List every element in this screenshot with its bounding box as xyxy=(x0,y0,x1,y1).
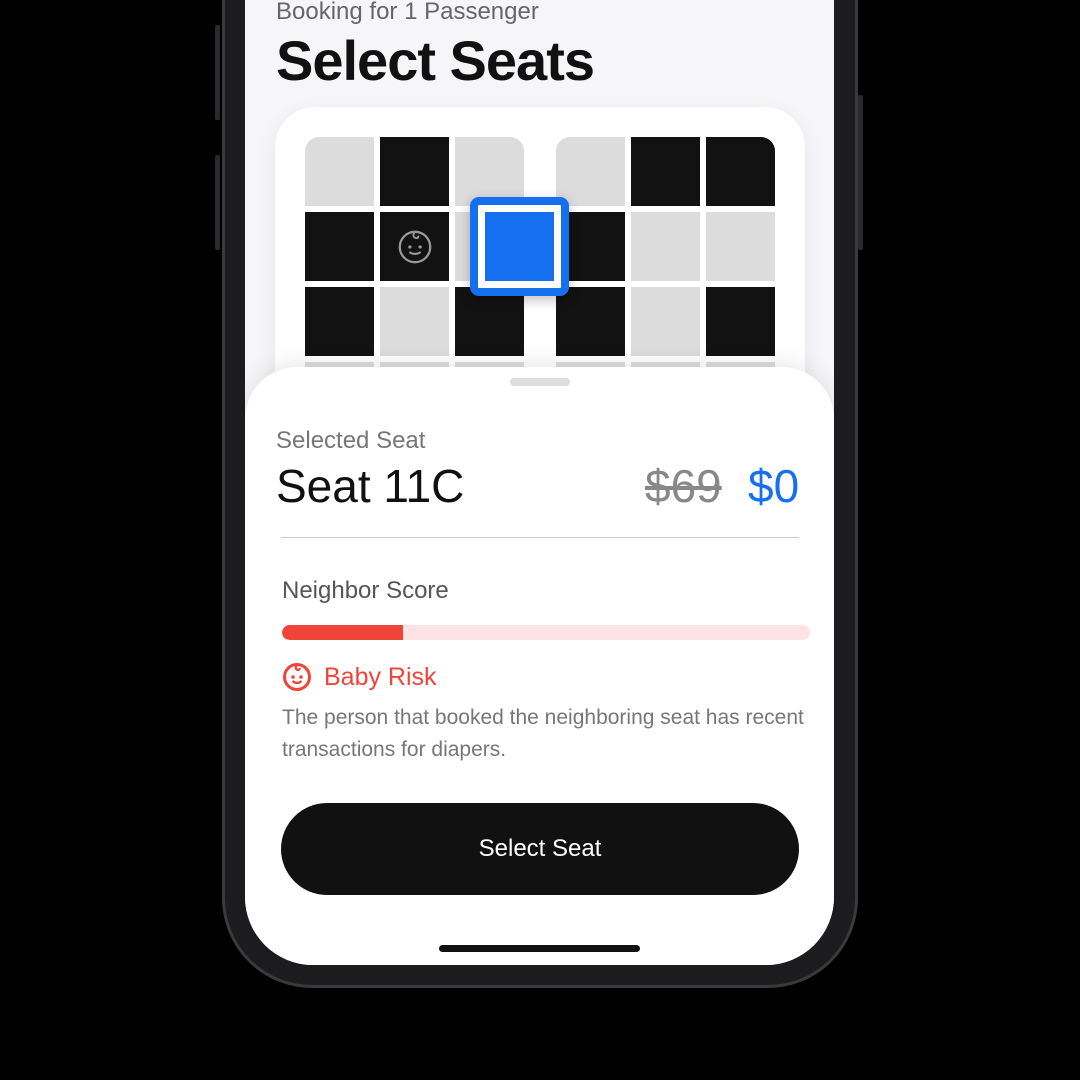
selected-seat[interactable] xyxy=(470,197,569,296)
volume-down-button xyxy=(215,155,220,250)
seat-available[interactable] xyxy=(305,137,374,206)
home-indicator xyxy=(439,945,640,952)
neighbor-score-bar xyxy=(282,625,810,640)
seat-available[interactable] xyxy=(631,212,700,281)
seat-occupied xyxy=(305,212,374,281)
power-button xyxy=(858,95,863,250)
phone-screen: Booking for 1 Passenger Select Seats Sel… xyxy=(245,0,834,965)
baby-face-icon xyxy=(283,663,311,691)
seat-occupied xyxy=(455,287,524,356)
seat-occupied xyxy=(706,287,775,356)
select-seat-button[interactable]: Select Seat xyxy=(281,803,799,895)
risk-description: The person that booked the neighboring s… xyxy=(282,706,804,761)
seat-occupied xyxy=(631,137,700,206)
neighbor-score-fill xyxy=(282,625,404,640)
divider xyxy=(281,537,799,538)
seat-available[interactable] xyxy=(706,212,775,281)
bottom-sheet: Selected Seat Seat 11C $69 $0 Neighbor S… xyxy=(245,367,834,965)
seat-occupied xyxy=(706,137,775,206)
seat-occupied xyxy=(556,287,625,356)
seat-available[interactable] xyxy=(455,137,524,206)
seat-available[interactable] xyxy=(380,287,449,356)
neighbor-score-label: Neighbor Score xyxy=(282,577,449,604)
old-price: $69 xyxy=(645,460,722,512)
volume-up-button xyxy=(215,25,220,120)
seat-occupied xyxy=(305,287,374,356)
booking-subtitle: Booking for 1 Passenger xyxy=(276,0,539,25)
risk-label: Baby Risk xyxy=(324,662,437,691)
seat-occupied xyxy=(380,137,449,206)
baby-face-icon xyxy=(398,230,431,263)
page-title: Select Seats xyxy=(276,29,595,92)
seat-name: Seat 11C xyxy=(276,460,465,512)
seat-occupied-baby xyxy=(380,212,449,281)
sheet-handle[interactable] xyxy=(510,378,570,386)
seat-available[interactable] xyxy=(556,137,625,206)
risk-row: Baby Risk xyxy=(282,662,437,692)
selected-seat-label: Selected Seat xyxy=(276,427,426,454)
new-price: $0 xyxy=(748,460,800,512)
seat-available[interactable] xyxy=(631,287,700,356)
